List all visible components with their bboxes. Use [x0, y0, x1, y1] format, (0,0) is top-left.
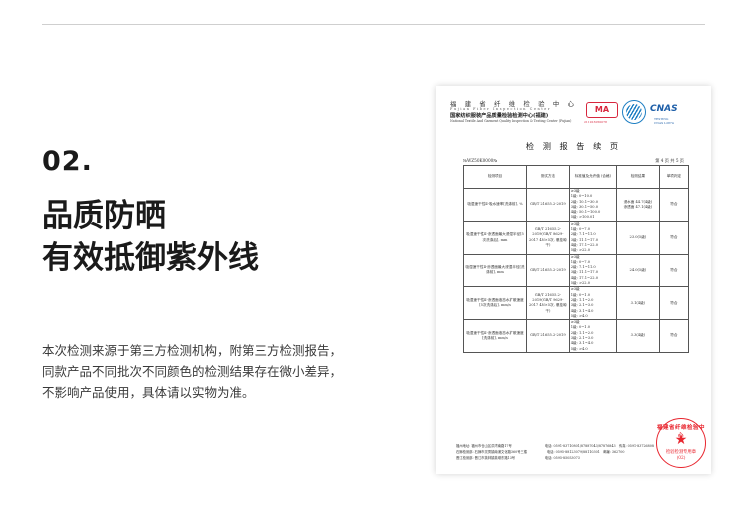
cell-result: 3.1(4级)	[616, 286, 660, 321]
cell-result: 23.0(5级)	[616, 220, 660, 255]
report-page-title: 检 测 报 告 续 页	[525, 141, 622, 151]
cell-standard-line: 5级: >22.0	[570, 281, 590, 286]
cell-standard-line: 5级: >4.0	[570, 313, 588, 318]
table-row: 吸湿速干性Ⅱ-渗透面最大浸湿半径[洗涤前], mm GB/T 21655.2-20…	[463, 253, 690, 288]
cell-verdict: 符合	[658, 286, 690, 321]
cell-method: GB/T 21655.2-2019	[526, 188, 570, 222]
cell-standard: ≥3级 1级: 0~7.0 2级: 7.1~11.0 3级: 11.1~17.0 4级:…	[568, 220, 618, 255]
cell-standard-line: 5级: >22.0	[570, 248, 590, 253]
cell-result-line: 渗透面 47.1(4级)	[623, 204, 653, 209]
cell-result-line: 3.3(4级)	[630, 333, 646, 338]
cell-standard-line: 5级: >100.01	[570, 215, 595, 220]
header-result: 检测结果	[616, 165, 660, 189]
header-item: 检测项目	[463, 165, 527, 189]
cnas-caption: TESTING CNAS L2874	[654, 117, 674, 125]
cell-result-line: 24.0(5级)	[629, 267, 647, 272]
header-method: 测试方法	[526, 165, 570, 189]
report-footer: 福州地址: 福州市仓山区洪湾南路17号 电话: 0591-83710801/87…	[456, 443, 654, 461]
cell-standard-line: 5级: >4.0	[570, 346, 588, 351]
inspection-report-image: 福 建 省 纤 维 检 验 中 心 Fujian Fiber Inspectio…	[436, 86, 711, 474]
cell-verdict: 符合	[658, 319, 690, 353]
report-number: №WZ50K0000№	[463, 158, 498, 163]
table-row: 吸湿速干性Ⅱ-渗透面最大浸湿半径[5次洗涤后], mm GB/T 21655.2-…	[463, 220, 690, 255]
cell-method: GB/T 21655.2-2019	[526, 319, 570, 353]
cell-item: 吸湿速干性Ⅱ-渗透面液态水扩散速度[5次洗涤后], mm/s	[463, 286, 527, 321]
cell-item: 吸湿速干性Ⅱ-渗透面最大浸湿半径[5次洗涤后], mm	[463, 220, 527, 255]
title-line-1: 品质防晒	[42, 198, 166, 234]
section-description: 本次检测来源于第三方检测机构，附第三方检测报告， 同款产品不同批次不同颜色的检测…	[42, 340, 342, 403]
cell-standard: ≥3级 1级: 0~10.0 2级: 10.1~30.0 3级: 30.1~50.0 4…	[568, 188, 618, 222]
header-verdict: 单项判定	[658, 165, 690, 189]
desc-line-2: 同款产品不同批次不同颜色的检测结果存在微小差异，	[42, 364, 343, 379]
cell-verdict: 符合	[658, 253, 690, 288]
official-seal: 福建省纤维检验中心 ★ 检验检测专用章 (02)	[656, 418, 706, 468]
title-line-2: 有效抵御紫外线	[42, 240, 259, 276]
cell-standard: ≥3级 1级: 0~1.0 2级: 1.1~2.0 3级: 2.1~3.0 4级: 3.…	[568, 319, 618, 353]
table-row: 吸湿速干性Ⅱ-渗透面液态水扩散速度[洗涤前], mm/s GB/T 21655.2…	[463, 319, 690, 353]
cma-logo: MA	[586, 102, 618, 118]
cell-verdict: 符合	[658, 188, 690, 222]
desc-line-3: 不影响产品使用，具体请以实物为准。	[42, 385, 255, 400]
cell-standard: ≥3级 1级: 0~1.0 2级: 1.1~2.0 3级: 2.1~3.0 4级: 3.…	[568, 286, 618, 321]
table-row: 吸湿速干性Ⅱ-吸水速率[洗涤前], % GB/T 21655.2-2019 ≥3级 1…	[463, 188, 690, 222]
report-table: 检测项目 测试方法 标准值及允许值 (合格) 检测结果 单项判定 吸湿速干性Ⅱ-…	[463, 165, 690, 353]
ilac-globe-icon	[622, 100, 646, 124]
cell-method: GB/T 21655.2-2019	[526, 253, 570, 288]
cell-result-line: 3.1(4级)	[630, 300, 646, 305]
cell-standard: ≥3级 1级: 0~7.0 2级: 7.1~11.0 3级: 11.1~17.0 4级:…	[568, 253, 618, 288]
section-title: 品质防晒 有效抵御紫外线	[42, 195, 259, 279]
cnas-caption-2: CNAS L2874	[654, 121, 674, 125]
table-header-row: 检测项目 测试方法 标准值及允许值 (合格) 检测结果 单项判定	[463, 165, 690, 189]
desc-line-1: 本次检测来源于第三方检测机构，附第三方检测报告，	[42, 343, 343, 358]
seal-mid-text: 检验检测专用章	[665, 450, 697, 455]
cma-cert-number: 211913050078	[584, 120, 607, 124]
cell-method: GB/T 21655.2-2019(GB/T 8629-2017 4N×5次, …	[526, 220, 570, 255]
table-body: 吸湿速干性Ⅱ-吸水速率[洗涤前], % GB/T 21655.2-2019 ≥3级 1…	[463, 188, 690, 353]
cell-verdict: 符合	[658, 220, 690, 255]
cell-item: 吸湿速干性Ⅱ-渗透面最大浸湿半径[洗涤前], mm	[463, 253, 527, 288]
cell-item: 吸湿速干性Ⅱ-吸水速率[洗涤前], %	[463, 188, 527, 222]
cell-result-line: 23.0(5级)	[629, 235, 647, 240]
footer-line-3: 晋江检测部: 晋江市英林镇英墩东路13号 电话: 0595-85053073	[456, 456, 580, 460]
report-page-info: 第 4 页 共 5 页	[655, 158, 684, 163]
cell-result: 3.3(4级)	[616, 319, 660, 353]
table-row: 吸湿速干性Ⅱ-渗透面液态水扩散速度[5次洗涤后], mm/s GB/T 21655…	[463, 286, 690, 321]
cell-item: 吸湿速干性Ⅱ-渗透面液态水扩散速度[洗涤前], mm/s	[463, 319, 527, 353]
cell-result: 24.0(5级)	[616, 253, 660, 288]
seal-number: (02)	[676, 456, 686, 461]
cell-result: 浸水面 44.7(4级) 渗透面 47.1(4级)	[616, 188, 660, 222]
top-divider	[42, 24, 705, 25]
report-center-name: 国家纺织服装产品质量检验检测中心(福建)	[450, 113, 549, 119]
header-standard: 标准值及允许值 (合格)	[568, 165, 618, 189]
cell-method: GB/T 21655.2-2019(GB/T 9629-2017 4N×5次, …	[526, 286, 570, 321]
report-center-english: National Textile And Garment Quality Ins…	[450, 119, 572, 123]
seal-star-icon: ★	[674, 432, 688, 448]
cnas-logo: CNAS	[650, 104, 678, 114]
report-org-english: Fujian Fiber Inspection Center	[450, 107, 552, 111]
section-number: 02.	[42, 146, 93, 177]
